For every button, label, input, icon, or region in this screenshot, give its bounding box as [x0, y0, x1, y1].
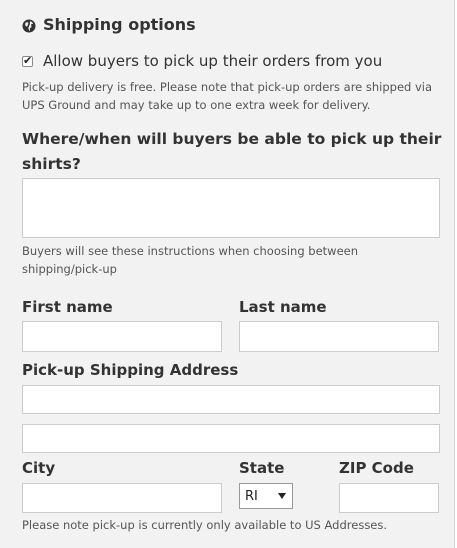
first-name-input[interactable]: [22, 321, 222, 352]
first-name-label: First name: [22, 298, 113, 316]
us-address-note: Please note pick-up is currently only av…: [22, 518, 388, 532]
state-label: State: [239, 459, 285, 477]
state-select-value: RI: [245, 488, 258, 504]
shipping-options-panel: Shipping options ✔ Allow buyers to pick …: [0, 0, 455, 548]
pickup-instructions-help: Buyers will see these instructions when …: [22, 244, 359, 276]
zip-code-label: ZIP Code: [339, 459, 414, 477]
globe-icon: [22, 18, 36, 32]
section-header: Shipping options: [22, 15, 196, 34]
city-label: City: [22, 459, 56, 477]
section-title: Shipping options: [43, 15, 196, 34]
state-select[interactable]: RI: [239, 483, 293, 509]
pickup-address-label: Pick-up Shipping Address: [22, 361, 239, 379]
zip-code-input[interactable]: [339, 483, 439, 513]
pickup-note: Pick-up delivery is free. Please note th…: [22, 80, 433, 112]
allow-pickup-label[interactable]: Allow buyers to pick up their orders fro…: [43, 52, 382, 70]
address-line1-input[interactable]: [22, 385, 440, 414]
last-name-label: Last name: [239, 298, 327, 316]
checkmark-icon: ✔: [23, 53, 33, 67]
caret-down-icon: [278, 493, 286, 499]
city-input[interactable]: [22, 483, 222, 513]
pickup-instructions-question: Where/when will buyers be able to pick u…: [22, 130, 442, 173]
pickup-instructions-textarea[interactable]: [22, 178, 440, 238]
last-name-input[interactable]: [239, 321, 439, 352]
pickup-checkbox-row[interactable]: ✔ Allow buyers to pick up their orders f…: [22, 52, 382, 70]
address-line2-input[interactable]: [22, 424, 440, 453]
allow-pickup-checkbox[interactable]: ✔: [22, 53, 33, 67]
